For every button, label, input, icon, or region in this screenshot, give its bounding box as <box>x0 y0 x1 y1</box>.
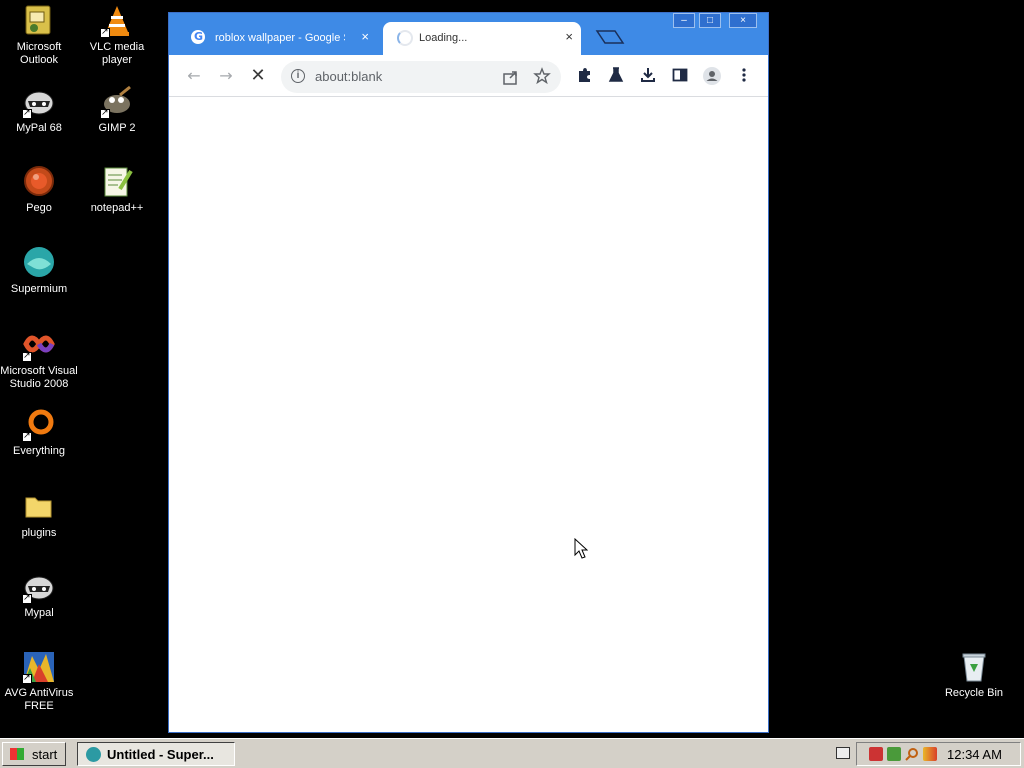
supermium-icon <box>86 747 101 762</box>
desktop-icon-label: Microsoft Visual Studio 2008 <box>0 365 78 390</box>
mouse-cursor-icon <box>574 537 589 563</box>
stop-loading-button[interactable]: ✕ <box>248 66 268 86</box>
desktop-icon-avg[interactable]: AVG AntiVirus FREE <box>0 650 79 713</box>
everything-icon <box>22 408 56 442</box>
desktop-icon-visual-studio[interactable]: Microsoft Visual Studio 2008 <box>0 328 79 391</box>
search-tray-icon[interactable] <box>905 747 919 761</box>
desktop-icon-everything[interactable]: Everything <box>0 408 79 458</box>
desktop-icon-mypal-68[interactable]: MyPal 68 <box>0 85 79 135</box>
system-tray: 12:34 AM <box>856 742 1021 766</box>
desktop-icon-label: Mypal <box>24 607 54 619</box>
desktop-icon-label: AVG AntiVirus FREE <box>4 687 74 712</box>
tab-title: roblox wallpaper - Google Se <box>215 32 345 44</box>
menu-kebab-icon[interactable] <box>734 66 754 86</box>
desktop-icon-plugins[interactable]: plugins <box>0 490 79 540</box>
desktop-icon-label: VLC media player <box>89 41 145 66</box>
tab-loading[interactable]: Loading... × <box>383 22 581 55</box>
desktop-icon-label: Microsoft Outlook <box>16 41 62 66</box>
folder-icon <box>22 490 56 524</box>
desktop-icon-supermium[interactable]: Supermium <box>0 246 79 296</box>
google-favicon-icon <box>191 30 205 44</box>
browser-window: roblox wallpaper - Google Se × Loading..… <box>168 12 769 733</box>
tab-close-icon[interactable]: × <box>565 30 573 44</box>
loading-spinner-icon <box>397 30 413 46</box>
profile-avatar-icon[interactable] <box>702 66 722 86</box>
bookmark-star-icon[interactable] <box>533 67 551 88</box>
pego-tray-icon[interactable] <box>869 747 883 761</box>
desktop-icon-label: notepad++ <box>90 202 144 214</box>
update-tray-icon[interactable] <box>887 747 901 761</box>
desktop-icon-label: GIMP 2 <box>98 122 136 134</box>
avg-tray-icon[interactable] <box>923 747 937 761</box>
labs-flask-icon[interactable] <box>606 66 626 86</box>
taskbar-button-label: Untitled - Super... <box>107 747 214 762</box>
close-window-button[interactable]: × <box>729 13 757 28</box>
share-icon[interactable] <box>501 68 519 89</box>
clock[interactable]: 12:34 AM <box>947 747 1002 762</box>
address-bar[interactable]: i about:blank <box>281 61 561 93</box>
tab-title: Loading... <box>419 32 468 44</box>
desktop-icon-outlook[interactable]: Microsoft Outlook <box>0 4 79 67</box>
outlook-icon <box>22 4 56 38</box>
info-icon[interactable]: i <box>291 69 305 83</box>
desktop-icon-gimp[interactable]: GIMP 2 <box>77 85 157 135</box>
tab-roblox-wallpaper[interactable]: roblox wallpaper - Google Se × <box>175 22 377 55</box>
avg-icon <box>22 650 56 684</box>
forward-button[interactable]: → <box>216 66 236 86</box>
side-panel-icon[interactable] <box>670 66 690 86</box>
keyboard-icon[interactable] <box>836 747 850 759</box>
desktop-icon-label: Supermium <box>10 283 68 295</box>
desktop-icon-vlc[interactable]: VLC media player <box>77 4 157 67</box>
back-button[interactable]: ← <box>184 66 204 86</box>
desktop-icon-label: Recycle Bin <box>944 687 1004 699</box>
minimize-button[interactable]: – <box>673 13 695 28</box>
address-url: about:blank <box>315 69 383 84</box>
desktop-icon-label: MyPal 68 <box>16 122 62 134</box>
desktop-icon-label: Everything <box>13 445 65 457</box>
recycle-bin-icon <box>957 650 991 684</box>
desktop-icon-recycle-bin[interactable]: Recycle Bin <box>934 650 1014 700</box>
gimp-icon <box>100 85 134 119</box>
page-content[interactable] <box>169 97 768 732</box>
notepadpp-icon <box>100 165 134 199</box>
supermium-icon <box>22 246 56 280</box>
visual-studio-icon <box>22 328 56 362</box>
desktop-icon-pego[interactable]: Pego <box>0 165 79 215</box>
extensions-puzzle-icon[interactable] <box>574 66 594 86</box>
taskbar: start Untitled - Super... 12:34 AM <box>0 738 1024 768</box>
mypal-icon <box>22 570 56 604</box>
mypal-icon <box>22 85 56 119</box>
start-label: start <box>32 747 58 762</box>
browser-toolbar: ← → ✕ i about:blank <box>169 55 768 97</box>
new-tab-button[interactable] <box>595 29 625 44</box>
tab-strip: roblox wallpaper - Google Se × Loading..… <box>169 13 768 55</box>
desktop-icon-notepadpp[interactable]: notepad++ <box>77 165 157 215</box>
maximize-button[interactable]: □ <box>699 13 721 28</box>
vlc-icon <box>100 4 134 38</box>
pego-icon <box>22 165 56 199</box>
taskbar-button-supermium[interactable]: Untitled - Super... <box>77 742 235 766</box>
desktop-icon-label: Pego <box>26 202 52 214</box>
windows-flag-icon <box>10 748 24 760</box>
desktop-icon-label: plugins <box>21 527 57 539</box>
desktop-icon-mypal[interactable]: Mypal <box>0 570 79 620</box>
download-icon[interactable] <box>638 66 658 86</box>
tab-close-icon[interactable]: × <box>361 30 369 44</box>
start-button[interactable]: start <box>2 742 66 766</box>
